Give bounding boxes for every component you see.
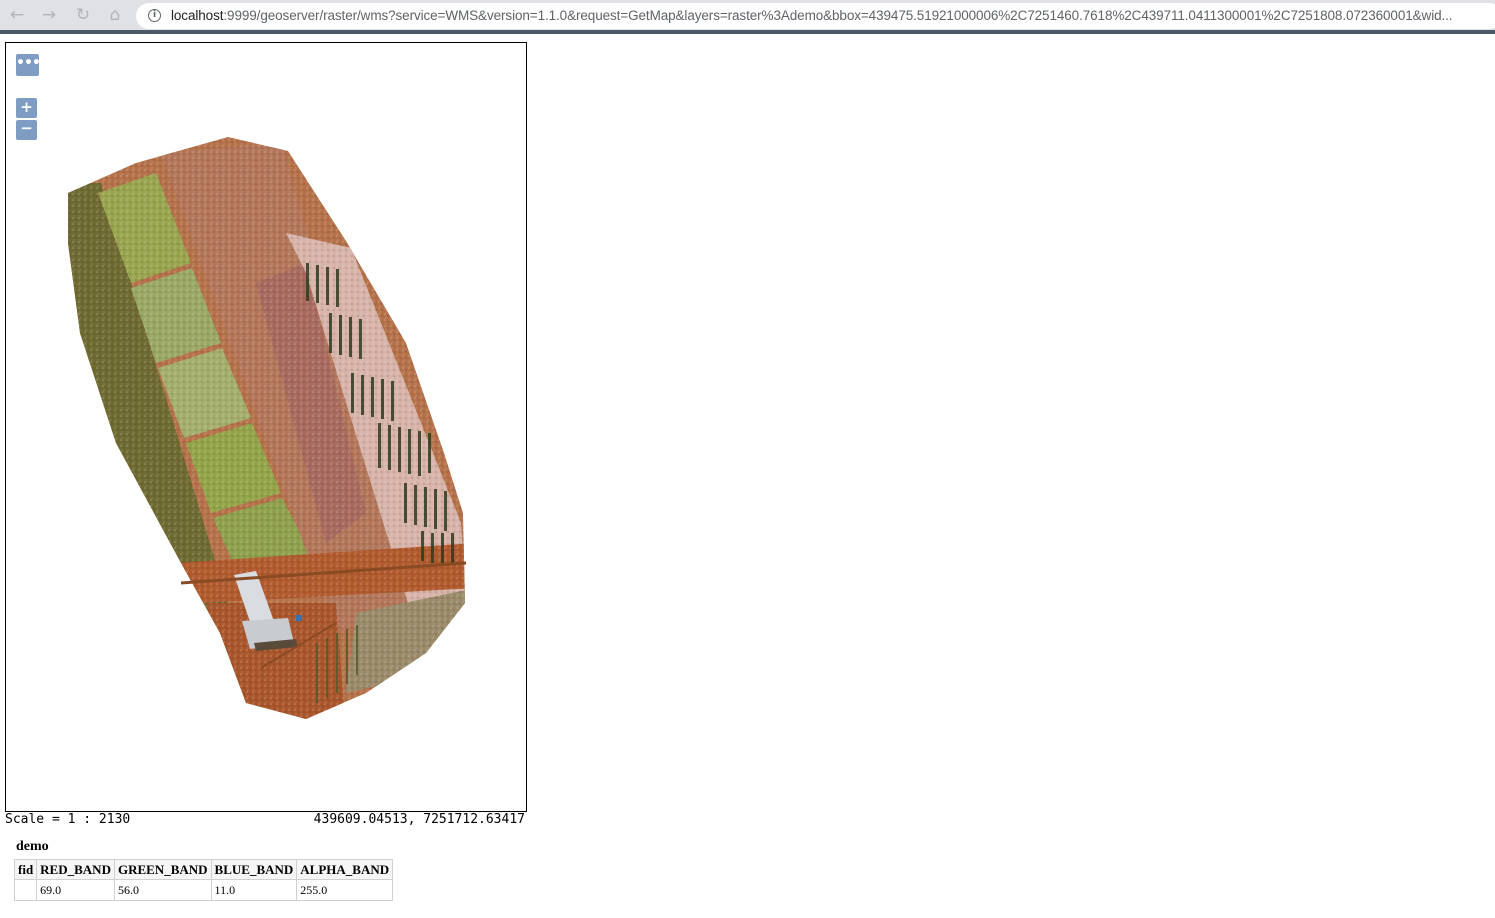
reload-icon[interactable]: ↻ <box>72 4 94 26</box>
back-icon[interactable]: ← <box>6 4 28 26</box>
zoom-out-button[interactable]: − <box>16 120 37 140</box>
map-viewport[interactable]: ••• + − <box>5 42 527 812</box>
zoom-in-button[interactable]: + <box>16 98 37 118</box>
mouse-position: 439609.04513, 7251712.63417 <box>313 812 525 827</box>
table-cell <box>13 879 38 901</box>
feature-info-title: demo <box>16 839 49 854</box>
table-cell: 56.0 <box>113 879 212 901</box>
column-header: BLUE_BAND <box>210 859 298 880</box>
table-cell: 11.0 <box>210 879 298 901</box>
table-cell: 69.0 <box>36 879 115 901</box>
browser-toolbar: ← → ↻ ⌂ i localhost:9999/geoserver/raste… <box>0 0 1495 34</box>
forward-icon[interactable]: → <box>38 4 60 26</box>
info-icon[interactable]: i <box>148 9 161 22</box>
address-bar[interactable]: i localhost:9999/geoserver/raster/wms?se… <box>136 3 1495 29</box>
orthophoto-raster <box>68 137 467 719</box>
home-icon[interactable]: ⌂ <box>104 4 126 26</box>
toolbar-divider <box>0 30 1495 34</box>
table-header-row: fid RED_BAND GREEN_BAND BLUE_BAND ALPHA_… <box>13 859 394 880</box>
column-header: RED_BAND <box>36 859 115 880</box>
column-header: ALPHA_BAND <box>296 859 394 880</box>
table-row: 69.0 56.0 11.0 255.0 <box>13 879 394 901</box>
feature-info-table: fid RED_BAND GREEN_BAND BLUE_BAND ALPHA_… <box>13 859 394 901</box>
column-header: GREEN_BAND <box>113 859 212 880</box>
table-cell: 255.0 <box>296 879 394 901</box>
column-header: fid <box>13 859 38 880</box>
scale-label: Scale = 1 : 2130 <box>5 812 131 827</box>
url-text[interactable]: localhost:9999/geoserver/raster/wms?serv… <box>171 8 1453 23</box>
layer-switcher-button[interactable]: ••• <box>16 54 41 76</box>
